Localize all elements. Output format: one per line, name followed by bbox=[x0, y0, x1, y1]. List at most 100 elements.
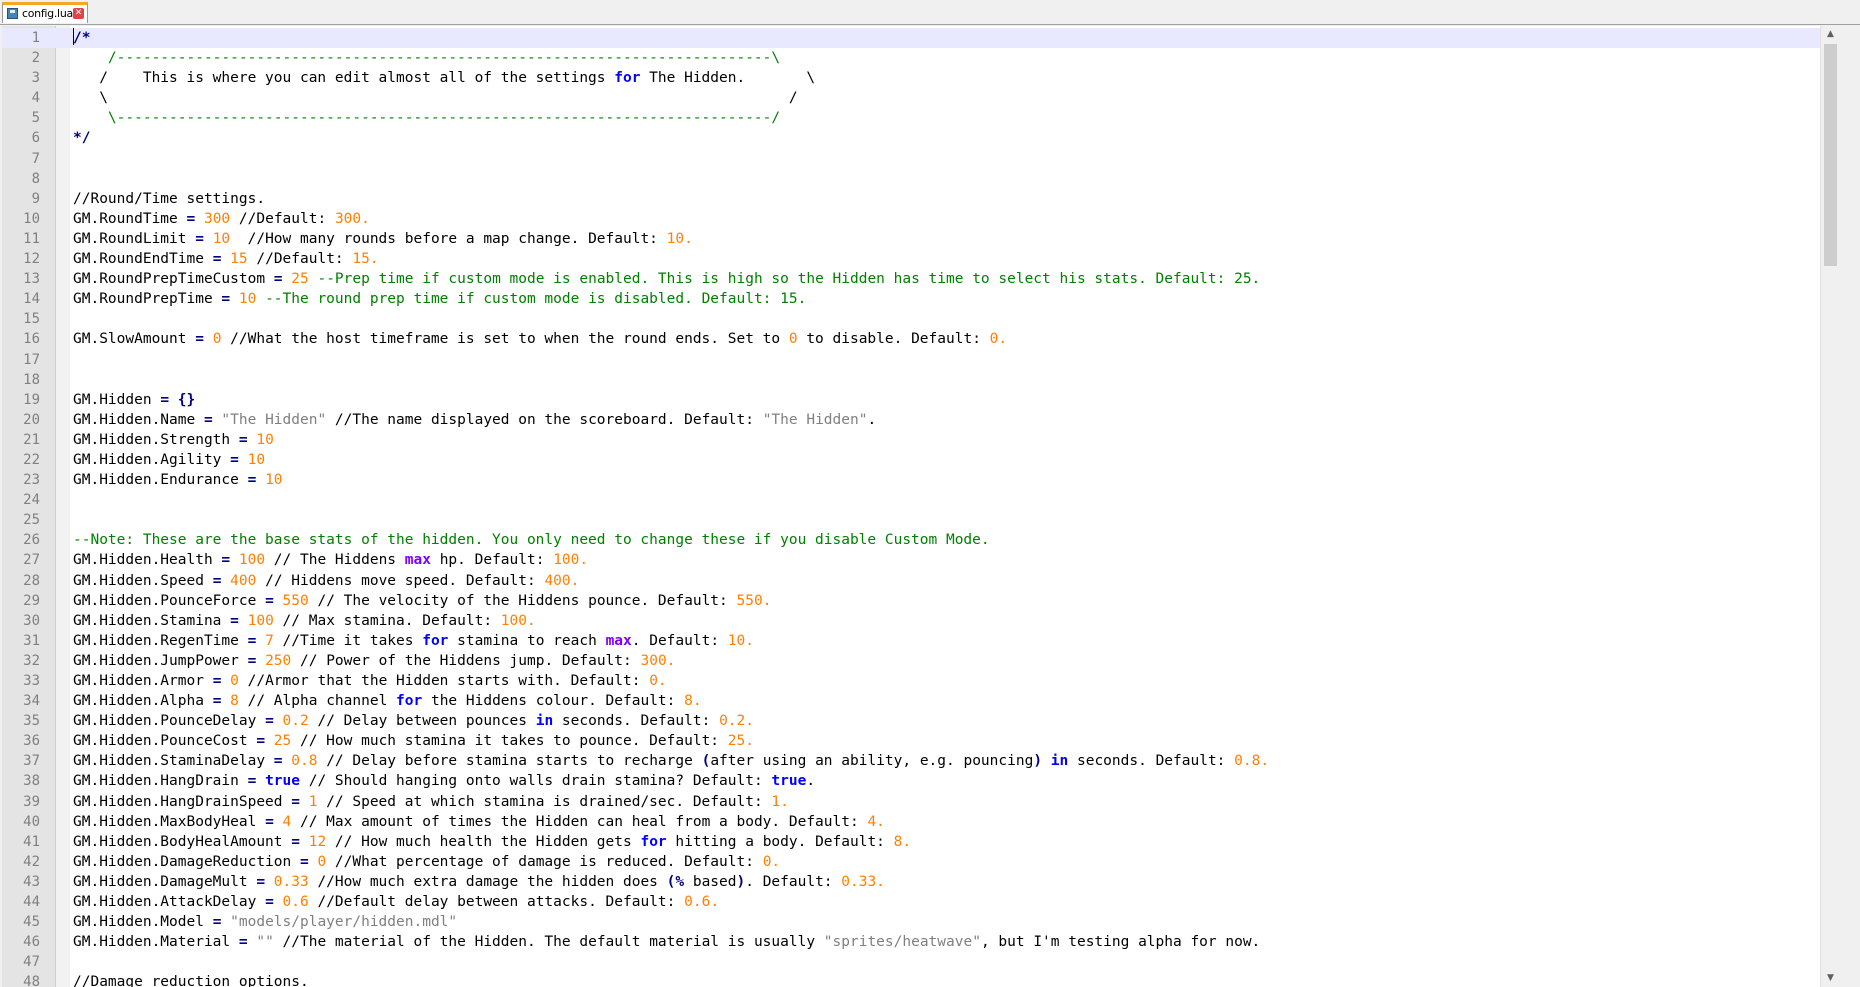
code-line[interactable]: 14 GM.RoundPrepTime = 10 --The round prep… bbox=[2, 289, 1840, 309]
code-line[interactable]: 10 GM.RoundTime = 300 //Default: 300. bbox=[2, 209, 1840, 229]
code-token: 10 bbox=[256, 431, 274, 448]
code-line[interactable]: 27 GM.Hidden.Health = 100 // The Hiddens … bbox=[2, 550, 1840, 570]
code-token: stamina to reach bbox=[448, 632, 606, 649]
code-line[interactable]: 19 GM.Hidden = {} bbox=[2, 390, 1840, 410]
line-code: GM.Hidden.RegenTime = 7 //Time it takes … bbox=[73, 631, 754, 651]
close-icon[interactable]: ✕ bbox=[73, 8, 84, 19]
code-line[interactable]: 1 /* bbox=[2, 28, 1840, 49]
code-token: = bbox=[221, 291, 231, 308]
line-code: GM.Hidden.Strength = 10 bbox=[73, 430, 274, 450]
code-token: 12 bbox=[308, 833, 327, 850]
code-line[interactable]: 34 GM.Hidden.Alpha = 8 // Alpha channel f… bbox=[2, 691, 1840, 711]
code-token: 25 bbox=[273, 733, 292, 750]
code-line[interactable]: 28 GM.Hidden.Speed = 400 // Hiddens move … bbox=[2, 571, 1840, 591]
code-line[interactable]: 5 \-------------------------------------… bbox=[2, 108, 1840, 128]
code-token: = bbox=[160, 391, 170, 408]
code-token: GM.Hidden.Alpha bbox=[73, 693, 213, 710]
line-number: 32 bbox=[23, 652, 40, 669]
code-line[interactable]: 2 /-------------------------------------… bbox=[2, 48, 1840, 68]
code-token: The Hidden. \ bbox=[640, 70, 816, 87]
code-token: . bbox=[806, 773, 816, 790]
code-line[interactable]: 44 GM.Hidden.AttackDelay = 0.6 //Default … bbox=[2, 892, 1840, 912]
code-token: GM.Hidden.Armor bbox=[73, 673, 213, 689]
line-code: //Round/Time settings. bbox=[73, 189, 265, 209]
code-token: = bbox=[291, 793, 300, 810]
code-line[interactable]: 25 bbox=[2, 510, 1840, 530]
code-line[interactable]: 12 GM.RoundEndTime = 15 //Default: 15. bbox=[2, 249, 1840, 269]
code-token: // Max amount of times the Hidden can he… bbox=[291, 813, 868, 830]
code-token: 25. bbox=[727, 733, 754, 750]
code-line[interactable]: 6 */ bbox=[2, 128, 1840, 148]
code-line[interactable]: 36 GM.Hidden.PounceCost = 25 // How much … bbox=[2, 731, 1840, 751]
code-line[interactable]: 23 GM.Hidden.Endurance = 10 bbox=[2, 470, 1840, 490]
code-line[interactable]: 9 //Round/Time settings. bbox=[2, 189, 1840, 209]
line-code: GM.Hidden.BodyHealAmount = 12 // How muc… bbox=[73, 832, 911, 852]
code-line[interactable]: 37 GM.Hidden.StaminaDelay = 0.8 // Delay … bbox=[2, 751, 1840, 771]
code-lines: 1 /* 2 /----------------------------------… bbox=[2, 28, 1840, 987]
scrollbar-thumb[interactable] bbox=[1824, 44, 1837, 266]
code-token: for bbox=[422, 632, 449, 649]
vertical-scrollbar[interactable]: ▲ ▼ bbox=[1820, 26, 1840, 987]
code-token: // How much health the Hidden gets bbox=[326, 833, 641, 850]
code-line[interactable]: 31 GM.Hidden.RegenTime = 7 //Time it take… bbox=[2, 631, 1840, 651]
code-token: 0 bbox=[230, 673, 239, 689]
code-token: // The velocity of the Hiddens pounce. D… bbox=[308, 592, 737, 609]
code-line[interactable]: 30 GM.Hidden.Stamina = 100 // Max stamina… bbox=[2, 611, 1840, 631]
code-line[interactable]: 13 GM.RoundPrepTimeCustom = 25 --Prep tim… bbox=[2, 269, 1840, 289]
code-line[interactable]: 20 GM.Hidden.Name = "The Hidden" //The na… bbox=[2, 410, 1840, 430]
line-code: GM.Hidden.DamageReduction = 0 //What per… bbox=[73, 852, 780, 872]
code-token: 10 bbox=[265, 472, 283, 489]
code-line[interactable]: 26 --Note: These are the base stats of th… bbox=[2, 530, 1840, 550]
code-line[interactable]: 48 //Damage reduction options. bbox=[2, 972, 1840, 987]
code-line[interactable]: 17 bbox=[2, 350, 1840, 370]
code-line[interactable]: 35 GM.Hidden.PounceDelay = 0.2 // Delay b… bbox=[2, 711, 1840, 731]
code-line[interactable]: 29 GM.Hidden.PounceForce = 550 // The vel… bbox=[2, 591, 1840, 611]
code-token: after using an ability, e.g. pouncing bbox=[710, 753, 1034, 770]
scroll-up-arrow-icon[interactable]: ▲ bbox=[1821, 26, 1840, 43]
code-line[interactable]: 45 GM.Hidden.Model = "models/player/hidde… bbox=[2, 912, 1840, 932]
code-token: GM.RoundLimit bbox=[73, 230, 196, 247]
code-line[interactable]: 8 bbox=[2, 169, 1840, 189]
line-code: / This is where you can edit almost all … bbox=[73, 68, 815, 88]
code-line[interactable]: 22 GM.Hidden.Agility = 10 bbox=[2, 450, 1840, 470]
code-token: 100. bbox=[500, 612, 536, 629]
code-line[interactable]: 38 GM.Hidden.HangDrain = true // Should h… bbox=[2, 771, 1840, 791]
code-line[interactable]: 18 bbox=[2, 370, 1840, 390]
code-token: GM.Hidden.HangDrain bbox=[73, 773, 248, 790]
code-line[interactable]: 7 bbox=[2, 149, 1840, 169]
code-line[interactable]: 46 GM.Hidden.Material = "" //The material… bbox=[2, 932, 1840, 952]
code-line[interactable]: 3 / This is where you can edit almost al… bbox=[2, 68, 1840, 88]
code-line[interactable]: 11 GM.RoundLimit = 10 //How many rounds b… bbox=[2, 229, 1840, 249]
code-line[interactable]: 4 \ / bbox=[2, 88, 1840, 108]
code-token: GM.Hidden.PounceCost bbox=[73, 733, 257, 750]
scroll-down-arrow-icon[interactable]: ▼ bbox=[1821, 970, 1840, 987]
code-token: // Power of the Hiddens jump. Default: bbox=[291, 652, 641, 669]
code-line[interactable]: 42 GM.Hidden.DamageReduction = 0 //What p… bbox=[2, 852, 1840, 872]
code-token: = bbox=[238, 934, 248, 951]
code-line[interactable]: 41 GM.Hidden.BodyHealAmount = 12 // How m… bbox=[2, 832, 1840, 852]
code-line[interactable]: 16 GM.SlowAmount = 0 //What the host time… bbox=[2, 329, 1840, 349]
code-token: GM.Hidden.BodyHealAmount bbox=[73, 833, 292, 850]
code-line[interactable]: 21 GM.Hidden.Strength = 10 bbox=[2, 430, 1840, 450]
line-number: 15 bbox=[23, 311, 40, 328]
code-line[interactable]: 39 GM.Hidden.HangDrainSpeed = 1 // Speed … bbox=[2, 792, 1840, 812]
code-token: 300. bbox=[640, 652, 676, 669]
code-token: = bbox=[256, 733, 266, 750]
code-line[interactable]: 40 GM.Hidden.MaxBodyHeal = 4 // Max amoun… bbox=[2, 812, 1840, 832]
code-editor[interactable]: 1 /* 2 /----------------------------------… bbox=[2, 26, 1840, 987]
line-code: GM.Hidden.StaminaDelay = 0.8 // Delay be… bbox=[73, 751, 1269, 771]
tab-bar: config.lua ✕ bbox=[0, 0, 1860, 25]
line-number: 43 bbox=[23, 873, 40, 890]
code-line[interactable]: 43 GM.Hidden.DamageMult = 0.33 //How much… bbox=[2, 872, 1840, 892]
line-code: --Note: These are the base stats of the … bbox=[73, 530, 990, 550]
code-token: 300. bbox=[334, 210, 370, 227]
tab-config-lua[interactable]: config.lua ✕ bbox=[2, 2, 88, 23]
code-line[interactable]: 33 GM.Hidden.Armor = 0 //Armor that the H… bbox=[2, 671, 1840, 691]
code-line[interactable]: 47 bbox=[2, 952, 1840, 972]
code-line[interactable]: 15 bbox=[2, 309, 1840, 329]
code-line[interactable]: 24 bbox=[2, 490, 1840, 510]
code-line[interactable]: 32 GM.Hidden.JumpPower = 250 // Power of … bbox=[2, 651, 1840, 671]
